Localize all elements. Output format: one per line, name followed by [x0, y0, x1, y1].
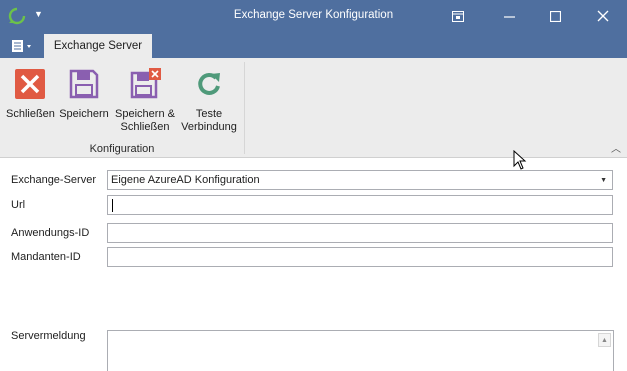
exchange-server-value: Eigene AzureAD Konfiguration	[111, 174, 260, 186]
save-close-icon	[130, 68, 161, 99]
maximize-button[interactable]	[532, 0, 578, 32]
exchange-server-select[interactable]: Eigene AzureAD Konfiguration ▼	[107, 170, 613, 190]
save-and-close-label-line2: Schließen	[120, 121, 170, 133]
text-caret	[112, 199, 113, 212]
tenant-id-label: Mandanten-ID	[11, 251, 81, 263]
config-form: Exchange-Server Eigene AzureAD Konfigura…	[0, 158, 627, 371]
ribbon-group-label: Konfiguration	[89, 143, 155, 155]
minimize-button[interactable]	[486, 0, 532, 32]
close-icon	[597, 10, 609, 22]
chevron-down-icon[interactable]: ▼	[600, 177, 607, 184]
test-connection-button[interactable]: Teste Verbindung	[180, 68, 238, 134]
close-x-icon	[15, 69, 45, 99]
test-connection-label-line1: Teste	[195, 108, 223, 120]
ribbon-group-separator	[244, 62, 245, 154]
save-and-close-label-line1: Speichern &	[115, 108, 175, 120]
test-connection-label-line2: Verbindung	[181, 121, 237, 133]
application-menu-icon[interactable]	[10, 38, 34, 54]
exchange-server-label: Exchange-Server	[11, 174, 96, 186]
app-id-label: Anwendungs-ID	[11, 227, 90, 239]
save-and-close-button[interactable]: Speichern & Schließen	[114, 68, 176, 134]
scroll-up-icon[interactable]: ▲	[598, 333, 611, 347]
save-button[interactable]: Speichern	[58, 68, 110, 121]
title-bar: ▼ Exchange Server Konfiguration	[0, 0, 627, 32]
tab-exchange-server[interactable]: Exchange Server	[44, 34, 152, 58]
collapse-ribbon-icon[interactable]: ︿	[611, 140, 621, 155]
app-id-input[interactable]	[107, 223, 613, 243]
close-button[interactable]: Schließen	[6, 68, 55, 121]
maximize-icon	[549, 10, 561, 22]
ribbon: Schließen Speichern Speichern & Schließe…	[0, 58, 627, 158]
server-message-label: Servermeldung	[11, 330, 86, 342]
minimize-icon	[503, 15, 515, 18]
save-disk-icon	[69, 69, 99, 99]
tenant-id-input[interactable]	[107, 247, 613, 267]
refresh-test-icon	[198, 72, 220, 95]
url-label: Url	[11, 199, 26, 211]
ribbon-tab-strip: Exchange Server	[0, 32, 627, 58]
mouse-pointer-icon	[513, 150, 527, 170]
restore-layout-icon	[452, 10, 464, 22]
url-input[interactable]	[107, 195, 613, 215]
server-message-textarea[interactable]: ▲	[107, 330, 614, 371]
close-button-label: Schließen	[6, 108, 55, 120]
save-button-label: Speichern	[59, 108, 109, 120]
restore-layout-button[interactable]	[435, 0, 481, 32]
close-window-button[interactable]	[580, 0, 626, 32]
